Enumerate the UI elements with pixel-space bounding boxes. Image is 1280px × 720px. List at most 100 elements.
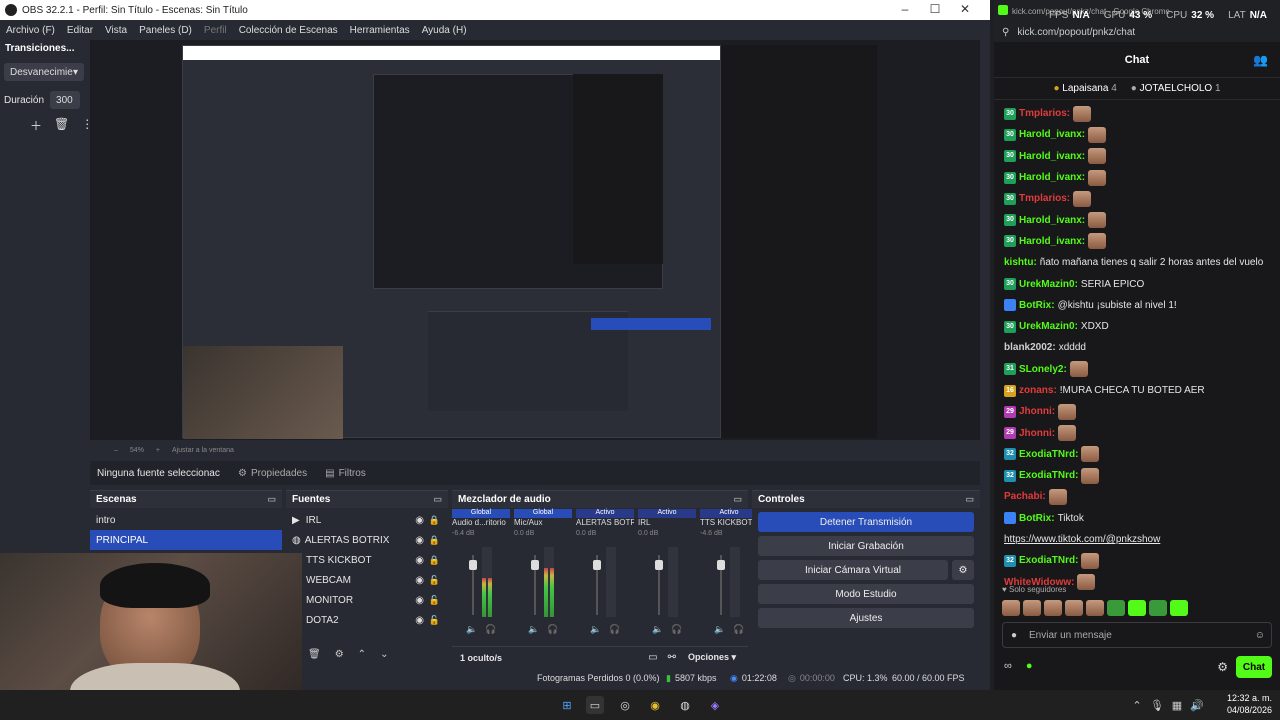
unlock-icon[interactable]: 🔓 [429, 615, 440, 626]
settings-button[interactable]: Ajustes [758, 608, 974, 628]
chat-username[interactable]: BotRix: [1019, 513, 1055, 524]
kick-icon[interactable]: ● [1026, 660, 1033, 672]
emote-icon[interactable] [1023, 600, 1041, 616]
layout-icon[interactable]: ▭ [648, 652, 657, 663]
discord-icon[interactable]: ◈ [706, 696, 724, 714]
chat-send-button[interactable]: Chat [1236, 656, 1272, 678]
properties-button[interactable]: ⚙ Propiedades [238, 468, 307, 479]
eye-icon[interactable]: ◉ [415, 575, 424, 586]
add-icon[interactable]: ＋ [30, 117, 42, 134]
volume-icon[interactable]: 🔊 [1188, 696, 1206, 714]
chat-username[interactable]: zonans: [1019, 385, 1057, 396]
transition-type-select[interactable]: Desvanecimie ▾ [4, 63, 84, 81]
eye-icon[interactable]: ◉ [415, 595, 424, 606]
start-recording-button[interactable]: Iniciar Grabación [758, 536, 974, 556]
chat-username[interactable]: ExodiaTNrd: [1019, 449, 1078, 460]
speaker-icon[interactable]: 🔈 [528, 624, 539, 635]
eye-icon[interactable]: ◉ [415, 555, 424, 566]
mixer-channel-name[interactable]: Audio d...ritorio [452, 518, 510, 530]
menu-coleccion[interactable]: Colección de Escenas [239, 25, 338, 36]
emote-icon[interactable] [1044, 600, 1062, 616]
speaker-icon[interactable]: 🔈 [714, 624, 725, 635]
infinity-icon[interactable]: ∞ [1004, 660, 1012, 672]
scene-item-selected[interactable]: PRINCIPAL [90, 530, 282, 550]
filters-button[interactable]: ▤ Filtros [325, 468, 366, 479]
emote-icon[interactable] [1086, 600, 1104, 616]
eye-icon[interactable]: ◉ [415, 535, 424, 546]
mixer-channel-name[interactable]: TTS KICKBOT [700, 518, 758, 530]
address-bar[interactable]: ⚲ kick.com/popout/pnkz/chat [994, 22, 1280, 42]
speaker-icon[interactable]: 🔈 [466, 624, 477, 635]
lock-icon[interactable]: 🔒 [429, 555, 440, 566]
chat-username[interactable]: UrekMazin0: [1019, 279, 1078, 290]
source-item[interactable]: WEBCAM ◉ 🔓 [286, 570, 448, 590]
chat-input[interactable]: ● Enviar un mensaje ☺ [1002, 622, 1272, 648]
chat-username[interactable]: Jhonni: [1019, 406, 1055, 417]
fit-window-label[interactable]: Ajustar a la ventana [172, 447, 234, 454]
network-icon[interactable]: ▦ [1168, 696, 1186, 714]
mixer-channel-name[interactable]: IRL [638, 518, 696, 530]
chat-username[interactable]: Harold_ivanx: [1019, 172, 1085, 183]
start-virtual-cam-button[interactable]: Iniciar Cámara Virtual [758, 560, 948, 580]
minimize-button[interactable]: – [890, 2, 920, 16]
chat-username[interactable]: Pachabi: [1004, 491, 1046, 502]
move-down-icon[interactable]: ⌄ [380, 649, 388, 660]
undock-icon[interactable]: ▭ [267, 494, 276, 505]
chrome-icon[interactable]: ◉ [646, 696, 664, 714]
source-item[interactable]: TTS KICKBOT ◉ 🔒 [286, 550, 448, 570]
zoom-out-icon[interactable]: – [114, 447, 118, 454]
chat-username[interactable]: ExodiaTNrd: [1019, 555, 1078, 566]
fader-knob[interactable] [717, 560, 725, 570]
chat-username[interactable]: Harold_ivanx: [1019, 236, 1085, 247]
chat-username[interactable]: Harold_ivanx: [1019, 151, 1085, 162]
chat-username[interactable]: SLonely2: [1019, 364, 1067, 375]
mixer-channel-name[interactable]: Mic/Aux [514, 518, 572, 530]
headphone-icon[interactable]: 🎧 [671, 624, 682, 635]
maximize-button[interactable]: ☐ [920, 2, 950, 16]
url[interactable]: kick.com/popout/pnkz/chat [1017, 27, 1135, 38]
lock-icon[interactable]: 🔒 [429, 515, 440, 526]
trash-icon[interactable]: 🗑 [308, 649, 321, 660]
tray-chevron-icon[interactable]: ⌃ [1128, 696, 1146, 714]
chat-username[interactable]: Jhonni: [1019, 428, 1055, 439]
fader-knob[interactable] [531, 560, 539, 570]
eye-icon[interactable]: ◉ [415, 515, 424, 526]
windows-start-icon[interactable]: ⊞ [558, 696, 576, 714]
speaker-icon[interactable]: 🔈 [590, 624, 601, 635]
headphone-icon[interactable]: 🎧 [547, 624, 558, 635]
menu-editar[interactable]: Editar [67, 25, 93, 36]
move-up-icon[interactable]: ⌃ [358, 649, 366, 660]
mixer-options-button[interactable]: Opciones ▾ [688, 652, 736, 663]
chat-username[interactable]: Harold_ivanx: [1019, 215, 1085, 226]
preview-canvas[interactable] [90, 40, 980, 440]
site-settings-icon[interactable]: ⚲ [1002, 27, 1009, 38]
speaker-icon[interactable]: 🔈 [652, 624, 663, 635]
zoom-in-icon[interactable]: + [156, 447, 160, 454]
stop-streaming-button[interactable]: Detener Transmisión [758, 512, 974, 532]
source-item[interactable]: ▶ IRL ◉ 🔒 [286, 510, 448, 530]
lock-icon[interactable]: 🔒 [429, 535, 440, 546]
eye-icon[interactable]: ◉ [415, 615, 424, 626]
emote-icon[interactable] [1107, 600, 1125, 616]
menu-ayuda[interactable]: Ayuda (H) [422, 25, 467, 36]
source-item[interactable]: MONITOR ◉ 🔓 [286, 590, 448, 610]
chat-username[interactable]: UrekMazin0: [1019, 321, 1078, 332]
unlock-icon[interactable]: 🔓 [429, 575, 440, 586]
emote-icon[interactable] [1128, 600, 1146, 616]
undock-icon[interactable]: ▭ [433, 494, 442, 505]
emote-icon[interactable] [1170, 600, 1188, 616]
trash-icon[interactable]: 🗑 [54, 117, 69, 134]
duration-input[interactable]: 300 [50, 91, 81, 109]
menu-paneles[interactable]: Paneles (D) [139, 25, 192, 36]
unlock-icon[interactable]: 🔓 [429, 595, 440, 606]
scene-item[interactable]: intro [90, 510, 282, 530]
chat-username[interactable]: BotRix: [1019, 300, 1055, 311]
mic-icon[interactable]: 🎙 [1148, 696, 1166, 714]
steam-icon[interactable]: ◎ [616, 696, 634, 714]
users-icon[interactable]: 👥 [1253, 53, 1268, 67]
fader-knob[interactable] [655, 560, 663, 570]
emoji-icon[interactable]: ☺ [1255, 630, 1265, 641]
chat-text[interactable]: https://www.tiktok.com/@pnkzshow [1004, 534, 1160, 545]
close-button[interactable]: ✕ [950, 2, 980, 16]
chat-username[interactable]: kishtu: [1004, 257, 1037, 268]
